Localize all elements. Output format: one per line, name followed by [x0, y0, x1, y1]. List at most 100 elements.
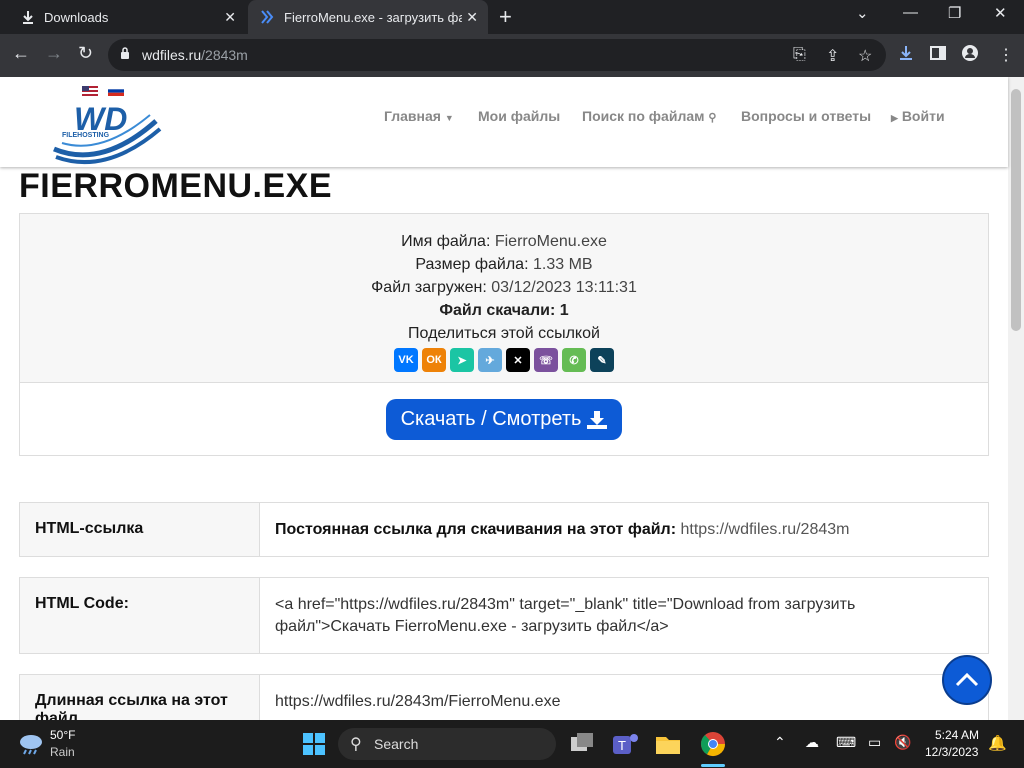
- translate-icon[interactable]: ⎘: [793, 46, 806, 64]
- detail-key: Длинная ссылка на этот файл: [20, 675, 260, 720]
- close-window-button[interactable]: ✕: [994, 4, 1007, 22]
- notification-bell-icon[interactable]: 🔔: [988, 734, 1007, 752]
- windows-taskbar: 50°F Rain ⚲ Search T ⌃ ☁ ⌨ ▭ 🔇 5:24 AM 1…: [0, 720, 1024, 768]
- permanent-link[interactable]: https://wdfiles.ru/2843m: [681, 521, 850, 538]
- file-name-label: Имя файла:: [401, 233, 491, 250]
- file-downloads-line: Файл скачали: 1: [20, 299, 988, 322]
- scrollbar-thumb[interactable]: [1011, 89, 1021, 331]
- site-header: WD FILEHOSTING Главная ▼ Мои файлы Поиск…: [0, 77, 1008, 167]
- detail-key: HTML-ссылка: [20, 503, 260, 556]
- restore-button[interactable]: ❐: [948, 4, 961, 22]
- detail-key: HTML Code:: [20, 578, 260, 653]
- caret-right-icon: ▶: [891, 113, 898, 123]
- telegram-icon[interactable]: ✈: [478, 348, 502, 372]
- share-icon[interactable]: ⇪: [826, 46, 839, 66]
- long-link-value[interactable]: https://wdfiles.ru/2843m/FierroMenu.exe: [275, 691, 888, 713]
- file-uploaded-value: 03/12/2023 13:11:31: [491, 279, 637, 296]
- minimize-button[interactable]: —: [903, 4, 918, 21]
- nav-faq[interactable]: Вопросы и ответы: [741, 108, 871, 124]
- close-tab-icon[interactable]: ✕: [466, 9, 478, 26]
- volume-muted-icon[interactable]: 🔇: [894, 734, 911, 751]
- network-icon[interactable]: ▭: [868, 734, 881, 751]
- downloads-icon[interactable]: [898, 45, 914, 61]
- nav-login[interactable]: ▶ Войти: [891, 108, 945, 124]
- file-name-line: Имя файла: FierroMenu.exe: [20, 230, 988, 253]
- detail-row-html-link: HTML-ссылка Постоянная ссылка для скачив…: [19, 502, 989, 557]
- nav-label: Вопросы и ответы: [741, 108, 872, 124]
- weather-temperature: 50°F: [50, 728, 76, 742]
- tab-search-icon[interactable]: ⌄: [856, 4, 869, 22]
- taskbar-search[interactable]: ⚲ Search: [338, 728, 556, 760]
- moimir-icon[interactable]: ➤: [450, 348, 474, 372]
- active-app-indicator: [701, 764, 725, 767]
- file-downloads-label: Файл скачали:: [439, 302, 556, 319]
- download-icon: [23, 10, 33, 24]
- teams-icon[interactable]: T: [609, 728, 641, 760]
- clock-time[interactable]: 5:24 AM: [935, 728, 979, 742]
- nav-label: Главная: [384, 108, 441, 124]
- viber-icon[interactable]: ☏: [534, 348, 558, 372]
- tab-label: Downloads: [44, 9, 109, 25]
- reload-button[interactable]: ↻: [78, 43, 93, 64]
- scroll-to-top-button[interactable]: [942, 655, 992, 705]
- page-title: FIERROMENU.EXE: [19, 167, 333, 205]
- html-code-value[interactable]: <a href="https://wdfiles.ru/2843m" targe…: [275, 594, 878, 638]
- logo-subtext: FILEHOSTING: [62, 132, 110, 139]
- detail-row-long-link: Длинная ссылка на этот файл https://wdfi…: [19, 674, 989, 720]
- browser-toolbar: ← → ↻ wdfiles.ru/2843m ⎘ ⇪ ☆ ⋮: [0, 34, 1024, 77]
- detail-bold-text: Постоянная ссылка для скачивания на этот…: [275, 521, 677, 538]
- file-size-line: Размер файла: 1.33 MB: [20, 253, 988, 276]
- rain-cloud-icon[interactable]: [18, 732, 44, 756]
- svg-text:T: T: [618, 738, 626, 753]
- file-size-value: 1.33 MB: [532, 256, 593, 273]
- site-logo[interactable]: WD FILEHOSTING: [52, 99, 162, 165]
- file-explorer-icon[interactable]: [652, 728, 684, 760]
- nav-my-files[interactable]: Мои файлы: [478, 108, 560, 124]
- download-icon: [587, 410, 608, 429]
- bookmark-star-icon[interactable]: ☆: [858, 46, 872, 66]
- nav-label: Мои файлы: [478, 108, 561, 124]
- chrome-icon[interactable]: [697, 728, 729, 760]
- close-tab-icon[interactable]: ✕: [224, 9, 236, 26]
- download-button[interactable]: Скачать / Смотреть: [386, 399, 622, 440]
- english-flag-icon[interactable]: [82, 86, 98, 96]
- new-tab-button[interactable]: +: [499, 4, 512, 30]
- nav-search-files[interactable]: Поиск по файлам ⚲: [582, 108, 716, 124]
- x-icon[interactable]: ✕: [506, 348, 530, 372]
- back-button[interactable]: ←: [12, 43, 30, 64]
- download-box: Скачать / Смотреть: [19, 383, 989, 456]
- whatsapp-icon[interactable]: ✆: [562, 348, 586, 372]
- windows-start-icon[interactable]: [298, 728, 330, 760]
- page-scrollbar[interactable]: [1008, 77, 1024, 720]
- onedrive-icon[interactable]: ☁: [805, 734, 819, 751]
- address-bar[interactable]: wdfiles.ru/2843m ⎘ ⇪ ☆: [108, 39, 886, 71]
- file-uploaded-label: Файл загружен:: [371, 279, 487, 296]
- site-favicon-icon: [261, 10, 274, 24]
- file-size-label: Размер файла:: [415, 256, 529, 273]
- profile-icon[interactable]: [962, 45, 978, 61]
- side-panel-icon[interactable]: [930, 45, 946, 61]
- task-view-icon[interactable]: [566, 728, 598, 760]
- file-name-value: FierroMenu.exe: [494, 233, 607, 250]
- nav-label: Поиск по файлам: [582, 108, 705, 124]
- chevron-up-icon: [955, 672, 979, 687]
- tab-fierromenu[interactable]: FierroMenu.exe - загрузить файл ✕: [248, 0, 488, 34]
- tab-downloads[interactable]: Downloads ✕: [8, 0, 246, 34]
- livejournal-icon[interactable]: ✎: [590, 348, 614, 372]
- file-info-box: Имя файла: FierroMenu.exe Размер файла: …: [19, 213, 989, 383]
- chevron-up-icon[interactable]: ⌃: [774, 734, 786, 751]
- forward-button[interactable]: →: [45, 43, 63, 64]
- share-buttons: VK ОК ➤ ✈ ✕ ☏ ✆ ✎: [20, 348, 988, 372]
- russian-flag-icon[interactable]: [108, 86, 124, 96]
- search-label: Search: [374, 736, 419, 752]
- browser-tab-strip: Downloads ✕ FierroMenu.exe - загрузить ф…: [0, 0, 1024, 34]
- vk-icon[interactable]: VK: [394, 348, 418, 372]
- menu-kebab-icon[interactable]: ⋮: [998, 45, 1014, 65]
- keyboard-icon[interactable]: ⌨: [836, 734, 856, 751]
- odnoklassniki-icon[interactable]: ОК: [422, 348, 446, 372]
- page-viewport: WD FILEHOSTING Главная ▼ Мои файлы Поиск…: [0, 77, 1024, 720]
- file-uploaded-line: Файл загружен: 03/12/2023 13:11:31: [20, 276, 988, 299]
- main-content: FIERROMENU.EXE Имя файла: FierroMenu.exe…: [19, 167, 989, 456]
- nav-home[interactable]: Главная ▼: [384, 108, 454, 124]
- clock-date[interactable]: 12/3/2023: [925, 745, 978, 759]
